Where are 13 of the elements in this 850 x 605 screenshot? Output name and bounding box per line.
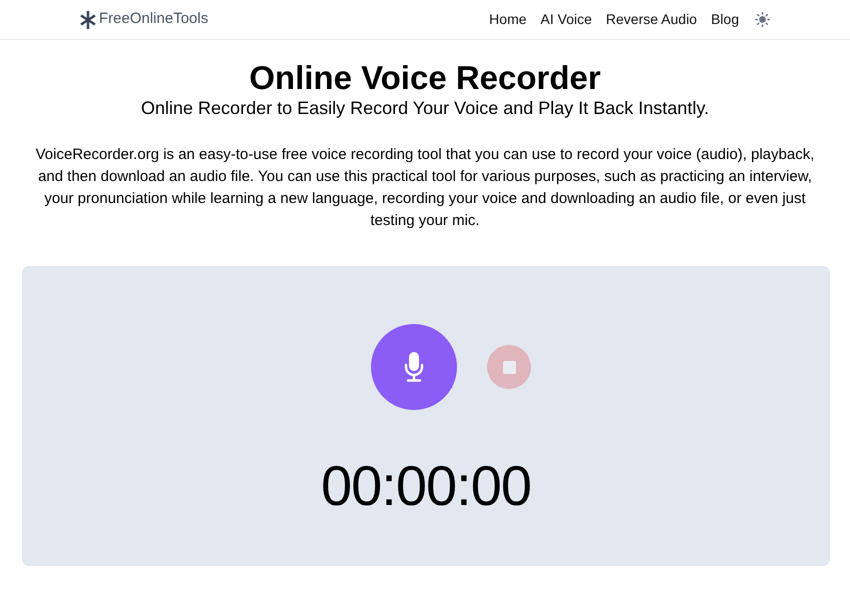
stop-icon: [502, 360, 516, 374]
brand-link[interactable]: FreeOnlineTools: [80, 8, 208, 31]
page-subtitle: Online Recorder to Easily Record Your Voice and Play It Back Instantly.: [140, 98, 710, 120]
nav-link[interactable]: Reverse Audio: [606, 9, 697, 30]
asterisk-logo-icon: [80, 10, 96, 28]
nav-link[interactable]: AI Voice: [540, 9, 592, 30]
nav-link[interactable]: Blog: [710, 9, 739, 30]
timer-display: 00:00:00: [321, 458, 531, 514]
nav-link[interactable]: Home: [489, 9, 527, 30]
page-title: Online Voice Recorder: [248, 58, 602, 98]
microphone-icon: [404, 352, 424, 382]
theme-toggle-sun-icon[interactable]: [755, 12, 770, 27]
description-paragraph: VoiceRecorder.org is an easy-to-use free voice recording tool that you can use to record your voice (audio), playback, and then download an audio file. You can use this practical tool for various purposes, such as practicing an interview, your pronunciation while learning a new language, recording your voice and downloading an audio file, or even just testing your mic.: [34, 145, 816, 232]
